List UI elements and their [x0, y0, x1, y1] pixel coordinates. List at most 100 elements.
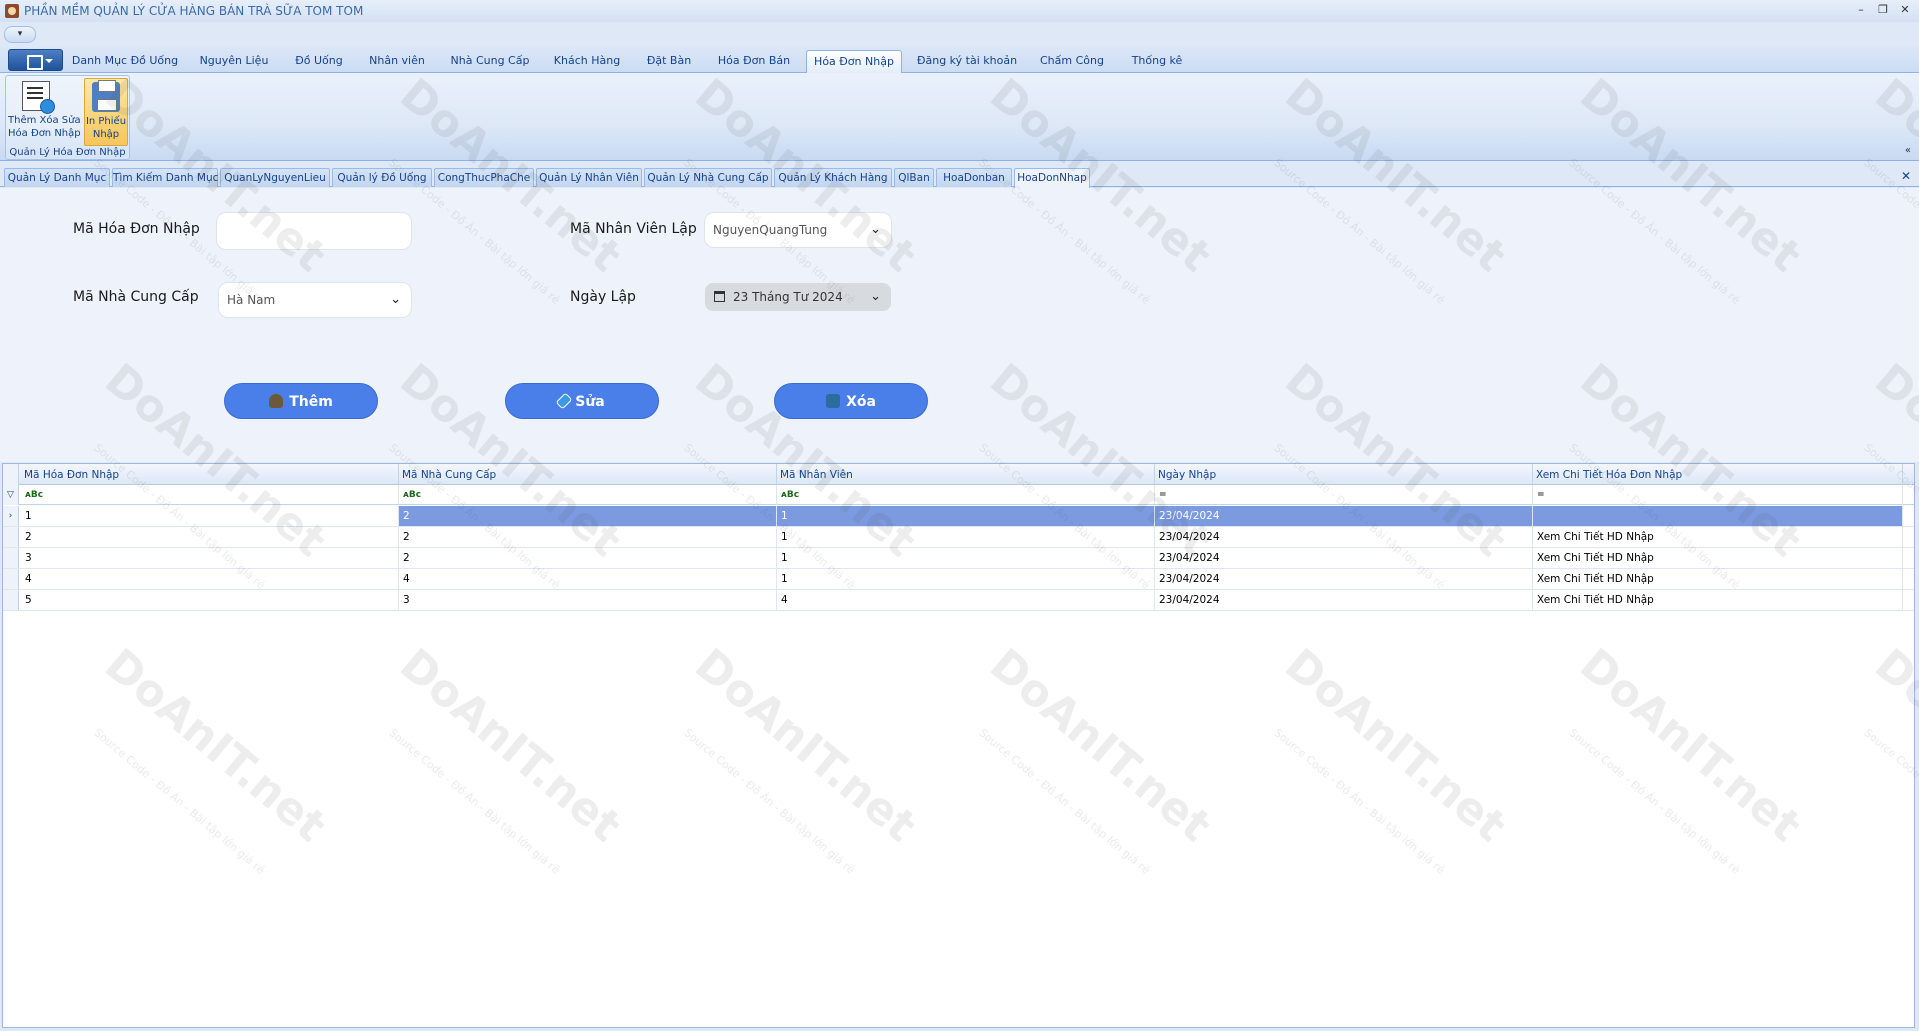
them-button[interactable]: Thêm [224, 383, 378, 419]
column-header-ma-nha-cung-cap[interactable]: Mã Nhà Cung Cấp [399, 464, 777, 485]
ribbon-tab-bar: Danh Mục Đồ Uống Nguyên Liệu Đồ Uống Nhâ… [0, 47, 1919, 73]
row-indicator[interactable] [3, 569, 19, 589]
doc-tab-cong-thuc-pha-che[interactable]: CongThucPhaChe [434, 168, 534, 187]
table-cell[interactable]: 23/04/2024 [1155, 569, 1533, 589]
table-cell[interactable]: 23/04/2024 [1155, 548, 1533, 568]
ma-nha-cung-cap-select[interactable]: Hà Nam ⌄ [218, 282, 412, 318]
table-cell[interactable]: Xem Chi Tiết HD Nhập [1533, 569, 1903, 589]
collapse-ribbon-icon[interactable]: « [1905, 145, 1911, 156]
table-cell[interactable]: 4 [21, 569, 399, 589]
tab-nguyen-lieu[interactable]: Nguyên Liệu [190, 50, 278, 73]
table-cell[interactable]: 23/04/2024 [1155, 590, 1533, 610]
table-cell[interactable]: 1 [777, 527, 1155, 547]
equals-filter-icon: = [1537, 490, 1545, 500]
table-row[interactable]: 3 2 1 23/04/2024 Xem Chi Tiết HD Nhập [3, 548, 1914, 569]
doc-tab-quan-ly-nhan-vien[interactable]: Quản Lý Nhân Viên [536, 168, 642, 187]
table-cell[interactable]: 1 [777, 548, 1155, 568]
minimize-icon[interactable]: – [1855, 3, 1867, 17]
restore-icon[interactable]: ❐ [1877, 3, 1889, 17]
row-indicator[interactable]: › [3, 506, 19, 526]
doc-tab-quan-ly-do-uong[interactable]: Quản lý Đồ Uống [332, 168, 432, 187]
tab-hoa-don-nhap[interactable]: Hóa Đơn Nhập [806, 50, 902, 73]
ribbon-panel: Thêm Xóa Sửa Hóa Đơn Nhập In Phiếu Nhập … [0, 73, 1919, 161]
equals-filter-icon: = [1159, 490, 1167, 500]
filter-cell-xem-chi-tiet[interactable]: = [1533, 485, 1903, 505]
tab-khach-hang[interactable]: Khách Hàng [548, 50, 626, 73]
doc-tab-hoa-don-nhap[interactable]: HoaDonNhap [1014, 168, 1090, 188]
tab-dat-ban[interactable]: Đặt Bàn [636, 50, 702, 73]
doc-tab-tim-kiem-danh-muc[interactable]: Tìm Kiếm Danh Mục [112, 168, 218, 187]
filter-cell-ma-nha-cung-cap[interactable]: ᴀBc [399, 485, 777, 505]
tab-hoa-don-ban[interactable]: Hóa Đơn Bán [710, 50, 798, 73]
close-icon[interactable]: ✕ [1899, 3, 1911, 17]
table-cell[interactable]: 2 [399, 527, 777, 547]
column-header-ma-nhan-vien[interactable]: Mã Nhân Viên [777, 464, 1155, 485]
tab-cham-cong[interactable]: Chấm Công [1032, 50, 1112, 73]
row-indicator[interactable] [3, 548, 19, 568]
sua-button[interactable]: Sửa [505, 383, 659, 419]
ngay-lap-value: 23 Tháng Tư 2024 [733, 290, 843, 304]
tab-nha-cung-cap[interactable]: Nhà Cung Cấp [441, 50, 539, 73]
column-header-ngay-nhap[interactable]: Ngày Nhập [1155, 464, 1533, 485]
table-cell[interactable] [1533, 506, 1903, 526]
print-receipt-label-1: In Phiếu [85, 116, 127, 127]
table-cell[interactable]: Xem Chi Tiết HD Nhập [1533, 590, 1903, 610]
manage-invoice-label-1: Thêm Xóa Sửa [8, 115, 81, 126]
row-indicator[interactable] [3, 590, 19, 610]
ma-nhan-vien-lap-label: Mã Nhân Viên Lập [570, 221, 697, 237]
sua-label: Sửa [575, 394, 605, 410]
doc-tab-quan-ly-nguyen-lieu[interactable]: QuanLyNguyenLieu [220, 168, 330, 187]
table-cell[interactable]: 3 [21, 548, 399, 568]
table-cell[interactable]: 1 [21, 506, 399, 526]
table-cell[interactable]: 1 [777, 569, 1155, 589]
window-controls: – ❐ ✕ [1855, 3, 1911, 17]
ma-nhan-vien-lap-select[interactable]: NguyenQuangTung ⌄ [704, 212, 892, 248]
calendar-icon [714, 291, 725, 302]
table-cell[interactable]: 3 [399, 590, 777, 610]
ma-hoa-don-nhap-input[interactable] [216, 212, 412, 250]
doc-tab-quan-ly-nha-cung-cap[interactable]: Quản Lý Nhà Cung Cấp [644, 168, 772, 187]
table-cell[interactable]: 23/04/2024 [1155, 506, 1533, 526]
filter-cell-ma-nhan-vien[interactable]: ᴀBc [777, 485, 1155, 505]
ngay-lap-datepicker[interactable]: 23 Tháng Tư 2024 ⌄ [705, 283, 891, 311]
grid-corner [3, 464, 19, 485]
table-cell[interactable]: 4 [399, 569, 777, 589]
table-row[interactable]: 4 4 1 23/04/2024 Xem Chi Tiết HD Nhập [3, 569, 1914, 590]
doc-tab-quan-ly-khach-hang[interactable]: Quản Lý Khách Hàng [774, 168, 892, 187]
tab-nhan-vien[interactable]: Nhân viên [362, 50, 432, 73]
table-cell[interactable]: 4 [777, 590, 1155, 610]
tab-do-uong[interactable]: Đồ Uống [285, 50, 353, 73]
doc-tab-ql-ban[interactable]: QlBan [894, 168, 934, 187]
table-cell[interactable]: Xem Chi Tiết HD Nhập [1533, 548, 1903, 568]
table-cell[interactable]: 2 [399, 548, 777, 568]
manage-invoice-button[interactable]: Thêm Xóa Sửa Hóa Đơn Nhập [8, 78, 81, 146]
ma-hoa-don-nhap-label: Mã Hóa Đơn Nhập [73, 221, 200, 237]
ma-nha-cung-cap-label: Mã Nhà Cung Cấp [73, 289, 199, 305]
table-cell[interactable]: 23/04/2024 [1155, 527, 1533, 547]
tab-thong-ke[interactable]: Thống kê [1120, 50, 1194, 73]
table-cell[interactable]: 2 [21, 527, 399, 547]
ngay-lap-label: Ngày Lập [570, 289, 636, 305]
tab-danh-muc-do-uong[interactable]: Danh Mục Đồ Uống [70, 50, 180, 73]
row-indicator[interactable] [3, 527, 19, 547]
table-row[interactable]: 2 2 1 23/04/2024 Xem Chi Tiết HD Nhập [3, 527, 1914, 548]
close-document-icon[interactable]: ✕ [1901, 169, 1911, 183]
table-row[interactable]: 5 3 4 23/04/2024 Xem Chi Tiết HD Nhập [3, 590, 1914, 611]
app-menu-button[interactable] [8, 49, 63, 71]
filter-cell-ngay-nhap[interactable]: = [1155, 485, 1533, 505]
tab-dang-ky-tai-khoan[interactable]: Đăng ký tài khoản [910, 50, 1024, 73]
filter-cell-ma-hoa-don-nhap[interactable]: ᴀBc [21, 485, 399, 505]
doc-tab-hoa-don-ban[interactable]: HoaDonban [936, 168, 1012, 187]
doc-tab-quan-ly-danh-muc[interactable]: Quản Lý Danh Mục [4, 168, 110, 187]
table-cell[interactable]: 1 [777, 506, 1155, 526]
grid-filter-row: ▽ ᴀBc ᴀBc ᴀBc = = [3, 485, 1914, 505]
column-header-xem-chi-tiet[interactable]: Xem Chi Tiết Hóa Đơn Nhập [1533, 464, 1903, 485]
table-cell[interactable]: 5 [21, 590, 399, 610]
print-receipt-button[interactable]: In Phiếu Nhập [84, 78, 128, 146]
quick-access-toolbar[interactable]: ▾ [4, 26, 36, 43]
table-row[interactable]: › 1 2 1 23/04/2024 [3, 506, 1914, 527]
table-cell[interactable]: Xem Chi Tiết HD Nhập [1533, 527, 1903, 547]
xoa-button[interactable]: Xóa [774, 383, 928, 419]
table-cell[interactable]: 2 [399, 506, 777, 526]
column-header-ma-hoa-don-nhap[interactable]: Mã Hóa Đơn Nhập [21, 464, 399, 485]
